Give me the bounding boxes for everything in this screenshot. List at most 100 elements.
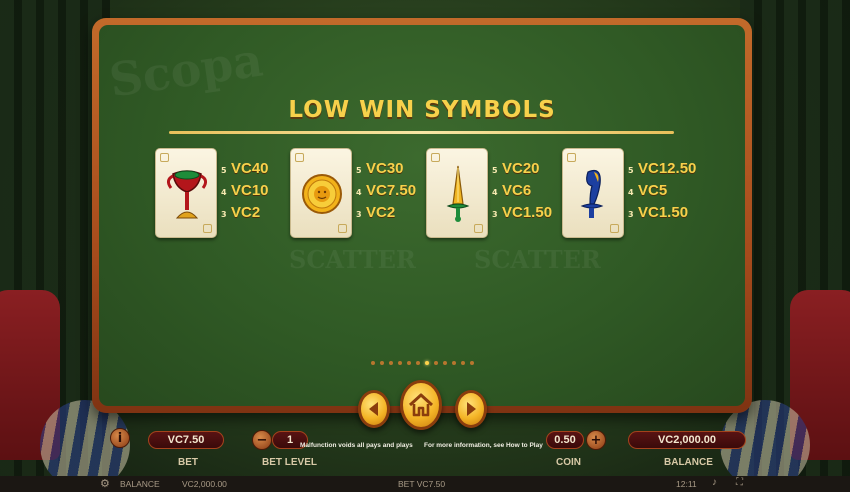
symbol-card — [290, 148, 352, 238]
match-count: 5 — [221, 166, 227, 175]
info-button[interactable]: i — [110, 428, 130, 448]
sun-coin-icon — [302, 174, 342, 214]
paytable-title: LOW WIN SYMBOLS — [288, 97, 556, 123]
bet-level-label: BET LEVEL — [262, 457, 318, 468]
paytable-panel: Scopa SCATTER SCATTER LOW WIN SYMBOLS 5 … — [92, 18, 752, 413]
page-dot[interactable] — [415, 361, 420, 365]
symbol-list: 5 VC40 4 VC10 3 VC2 5 VC30 4 VC7.50 3 VC… — [155, 148, 715, 243]
page-dot-active[interactable] — [424, 361, 429, 365]
payout-value: VC30 — [366, 160, 404, 177]
fullscreen-icon[interactable]: ⛶ — [736, 477, 743, 488]
symbol-entry: 5 VC12.50 4 VC5 3 VC1.50 — [562, 148, 702, 240]
payout-value: VC7.50 — [366, 182, 417, 199]
home-button[interactable] — [400, 380, 442, 430]
match-count: 4 — [356, 188, 362, 197]
page-dot[interactable] — [379, 361, 384, 365]
payout-value: VC10 — [231, 182, 269, 199]
page-dot[interactable] — [451, 361, 456, 365]
coin-increase-button[interactable]: + — [586, 430, 606, 450]
card-corner — [474, 224, 483, 233]
payout-value: VC5 — [638, 182, 668, 199]
payout-row: 5 VC40 — [221, 160, 269, 182]
payout-value: VC2 — [366, 204, 396, 221]
payout-row: 4 VC6 — [492, 182, 552, 204]
malfunction-notice: Malfunction voids all pays and plays — [300, 442, 413, 449]
next-page-button[interactable] — [455, 390, 487, 428]
match-count: 5 — [492, 166, 498, 175]
page-indicator — [99, 361, 745, 365]
page-dot[interactable] — [469, 361, 474, 365]
payout-row: 5 VC12.50 — [628, 160, 696, 182]
card-corner — [567, 153, 576, 162]
payout-value: VC1.50 — [638, 204, 689, 221]
symbol-card — [426, 148, 488, 238]
payout-row: 3 VC2 — [356, 204, 416, 226]
match-count: 4 — [492, 188, 498, 197]
balance-label: BALANCE — [664, 457, 713, 468]
golden-sword-icon — [446, 165, 470, 222]
title-underline — [169, 131, 674, 134]
status-bar: ⚙ BALANCE VC2,000.00 BET VC7.50 12:11 ♪ … — [0, 476, 850, 492]
payout-row: 5 VC30 — [356, 160, 416, 182]
bet-display: VC7.50 — [148, 431, 224, 449]
payout-row: 4 VC7.50 — [356, 182, 416, 204]
payout-value: VC6 — [502, 182, 532, 199]
payout-value: VC40 — [231, 160, 269, 177]
bet-label: BET — [178, 457, 198, 468]
page-dot[interactable] — [460, 361, 465, 365]
page-dot[interactable] — [397, 361, 402, 365]
card-corner — [160, 153, 169, 162]
bet-level-decrease-button[interactable]: − — [252, 430, 272, 450]
how-to-play-notice: For more information, see How to Play — [424, 442, 543, 449]
balance-display: VC2,000.00 — [628, 431, 746, 449]
card-corner — [610, 224, 619, 233]
payout-list: 5 VC40 4 VC10 3 VC2 — [221, 160, 269, 226]
sound-icon[interactable]: ♪ — [712, 477, 717, 488]
match-count: 3 — [492, 210, 498, 219]
settings-icon[interactable]: ⚙ — [100, 477, 110, 490]
club-icon — [580, 169, 604, 218]
payout-row: 5 VC20 — [492, 160, 552, 182]
page-dot[interactable] — [370, 361, 375, 365]
chalice-icon — [166, 170, 208, 219]
match-count: 3 — [628, 210, 634, 219]
arrow-right-icon — [467, 402, 476, 416]
payout-value: VC2 — [231, 204, 261, 221]
symbol-card — [562, 148, 624, 238]
match-count: 3 — [221, 210, 227, 219]
payout-row: 4 VC10 — [221, 182, 269, 204]
payout-row: 3 VC1.50 — [492, 204, 552, 226]
page-dot[interactable] — [388, 361, 393, 365]
symbol-entry: 5 VC30 4 VC7.50 3 VC2 — [290, 148, 430, 240]
payout-list: 5 VC20 4 VC6 3 VC1.50 — [492, 160, 552, 226]
match-count: 4 — [628, 188, 634, 197]
match-count: 4 — [221, 188, 227, 197]
payout-row: 3 VC2 — [221, 204, 269, 226]
payout-value: VC12.50 — [638, 160, 697, 177]
coin-label: COIN — [556, 457, 581, 468]
clock: 12:11 — [676, 479, 697, 489]
page-dot[interactable] — [406, 361, 411, 365]
status-balance-label: BALANCE — [120, 479, 160, 489]
page-dot[interactable] — [433, 361, 438, 365]
symbol-entry: 5 VC20 4 VC6 3 VC1.50 — [426, 148, 566, 240]
payout-row: 3 VC1.50 — [628, 204, 696, 226]
ghost-scatter: SCATTER — [289, 245, 416, 274]
payout-list: 5 VC30 4 VC7.50 3 VC2 — [356, 160, 416, 226]
paytable-felt: Scopa SCATTER SCATTER LOW WIN SYMBOLS 5 … — [99, 25, 745, 406]
payout-row: 4 VC5 — [628, 182, 696, 204]
card-corner — [338, 224, 347, 233]
previous-page-button[interactable] — [358, 390, 390, 428]
card-corner — [431, 153, 440, 162]
symbol-card — [155, 148, 217, 238]
match-count: 5 — [356, 166, 362, 175]
payout-value: VC1.50 — [502, 204, 553, 221]
arrow-left-icon — [369, 402, 378, 416]
match-count: 5 — [628, 166, 634, 175]
status-balance-value: VC2,000.00 — [182, 479, 227, 489]
ghost-scatter: SCATTER — [474, 245, 601, 274]
symbol-entry: 5 VC40 4 VC10 3 VC2 — [155, 148, 295, 240]
page-dot[interactable] — [442, 361, 447, 365]
card-corner — [295, 153, 304, 162]
card-corner — [203, 224, 212, 233]
